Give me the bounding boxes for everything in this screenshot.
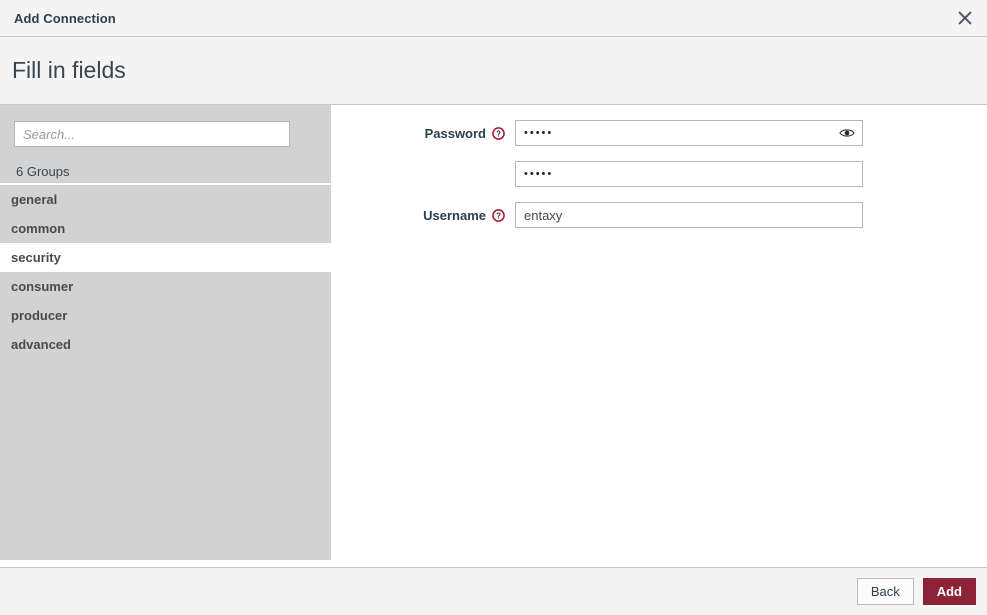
group-list: general common security consumer produce… <box>0 183 331 359</box>
password-label-group: Password ? <box>331 126 505 141</box>
sidebar-item-security[interactable]: security <box>0 243 331 272</box>
add-button[interactable]: Add <box>922 578 976 605</box>
password-confirm-control <box>515 161 863 187</box>
sidebar-item-advanced[interactable]: advanced <box>0 330 331 359</box>
password-control <box>515 120 863 146</box>
back-button[interactable]: Back <box>856 578 914 605</box>
add-connection-dialog: Add Connection Fill in fields 6 Groups g… <box>0 0 987 615</box>
search-input[interactable] <box>14 121 290 147</box>
dialog-title: Add Connection <box>14 10 116 26</box>
page-title: Fill in fields <box>12 57 126 83</box>
password-input[interactable] <box>515 120 863 146</box>
close-icon[interactable] <box>951 4 979 32</box>
groups-count-label: 6 Groups <box>16 164 70 179</box>
field-row-password: Password ? <box>331 120 987 146</box>
dialog-titlebar: Add Connection <box>0 0 987 37</box>
eye-icon[interactable] <box>839 126 855 140</box>
sidebar-item-common[interactable]: common <box>0 214 331 243</box>
groups-sidebar: 6 Groups general common security consume… <box>0 105 331 560</box>
sidebar-item-consumer[interactable]: consumer <box>0 272 331 301</box>
help-circle-icon[interactable]: ? <box>492 126 505 140</box>
dialog-body: 6 Groups general common security consume… <box>0 105 987 567</box>
dialog-footer: Back Add <box>0 567 987 615</box>
sidebar-item-producer[interactable]: producer <box>0 301 331 330</box>
sidebar-item-general[interactable]: general <box>0 185 331 214</box>
field-row-username: Username ? <box>331 202 987 228</box>
password-label: Password <box>424 125 486 141</box>
field-row-password-confirm <box>331 161 987 187</box>
svg-text:?: ? <box>496 129 501 138</box>
fields-form: Password ? ••••• ••••• Username ? entaxy <box>331 105 987 567</box>
search-container <box>0 105 331 147</box>
svg-text:?: ? <box>496 211 501 220</box>
username-input[interactable] <box>515 202 863 228</box>
password-confirm-input[interactable] <box>515 161 863 187</box>
username-label: Username <box>423 207 486 223</box>
username-control <box>515 202 863 228</box>
username-label-group: Username ? <box>331 208 505 223</box>
step-header: Fill in fields <box>0 37 987 105</box>
help-circle-icon[interactable]: ? <box>492 208 505 222</box>
